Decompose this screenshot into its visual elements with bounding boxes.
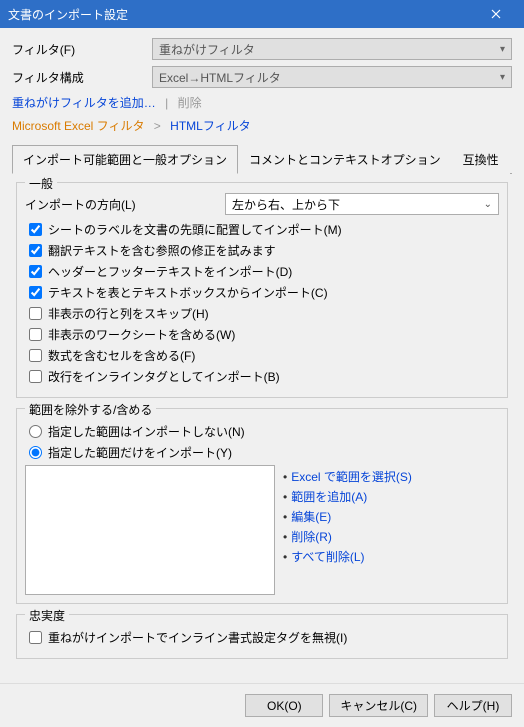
check-fix-refs[interactable]: 翻訳テキストを含む参照の修正を試みます [29,242,499,259]
tab-import-range[interactable]: インポート可能範囲と一般オプション [12,145,238,174]
import-direction-label: インポートの方向(L) [25,196,225,213]
filter-label: フィルタ(F) [12,41,152,58]
help-button[interactable]: ヘルプ(H) [434,694,512,717]
add-range-link[interactable]: 範囲を追加(A) [291,490,367,504]
html-filter-link[interactable]: HTMLフィルタ [170,119,250,133]
chevron-down-icon: ▾ [500,44,505,55]
check-skip-hidden-rows-label: 非表示の行と列をスキップ(H) [48,305,209,322]
add-cascade-filter-link[interactable]: 重ねがけフィルタを追加… [12,96,156,110]
check-ignore-inline-formatting[interactable]: 重ねがけインポートでインライン書式設定タグを無視(I) [29,629,499,646]
import-direction-value: 左から右、上から下 [232,196,340,213]
tab-comments-context[interactable]: コメントとコンテキストオプション [238,145,452,174]
check-linebreak-inline-label: 改行をインラインタグとしてインポート(B) [48,368,280,385]
check-include-formula-cells[interactable]: 数式を含むセルを含める(F) [29,347,499,364]
check-skip-hidden-rows-input[interactable] [29,307,42,320]
check-text-table-textbox-label: テキストを表とテキストボックスからインポート(C) [48,284,328,301]
radio-exclude-range-label: 指定した範囲はインポートしない(N) [48,423,245,440]
bullet-icon: • [283,550,287,564]
ok-button[interactable]: OK(O) [245,694,323,717]
excel-filter-link[interactable]: Microsoft Excel フィルタ [12,119,144,133]
radio-exclude-range-input[interactable] [29,425,42,438]
close-button[interactable] [476,0,516,28]
range-group-title: 範囲を除外する/含める [25,401,156,418]
filter-action-row: 重ねがけフィルタを追加… | 削除 [12,94,512,111]
bullet-icon: • [283,530,287,544]
tab-panel: 一般 インポートの方向(L) 左から右、上から下 ⌄ シートのラベルを文書の先頭… [12,174,512,673]
radio-include-range-input[interactable] [29,446,42,459]
filter-config-value: Excel→HTMLフィルタ [159,69,281,86]
radio-include-range[interactable]: 指定した範囲だけをインポート(Y) [29,444,499,461]
check-header-footer-label: ヘッダーとフッターテキストをインポート(D) [48,263,292,280]
chevron-down-icon: ⌄ [484,199,492,210]
titlebar: 文書のインポート設定 [0,0,524,28]
check-fix-refs-input[interactable] [29,244,42,257]
range-listbox[interactable] [25,465,275,595]
check-sheet-labels[interactable]: シートのラベルを文書の先頭に配置してインポート(M) [29,221,499,238]
check-include-hidden-sheets[interactable]: 非表示のワークシートを含める(W) [29,326,499,343]
dialog-footer: OK(O) キャンセル(C) ヘルプ(H) [0,683,524,727]
fidelity-group: 忠実度 重ねがけインポートでインライン書式設定タグを無視(I) [16,614,508,659]
check-sheet-labels-input[interactable] [29,223,42,236]
general-group: 一般 インポートの方向(L) 左から右、上から下 ⌄ シートのラベルを文書の先頭… [16,182,508,398]
tab-compatibility[interactable]: 互換性 [452,145,510,174]
general-group-title: 一般 [25,175,57,192]
check-sheet-labels-label: シートのラベルを文書の先頭に配置してインポート(M) [48,221,342,238]
range-group: 範囲を除外する/含める 指定した範囲はインポートしない(N) 指定した範囲だけを… [16,408,508,604]
bullet-icon: • [283,490,287,504]
edit-range-link[interactable]: 編集(E) [291,510,331,524]
radio-exclude-range[interactable]: 指定した範囲はインポートしない(N) [29,423,499,440]
check-linebreak-inline[interactable]: 改行をインラインタグとしてインポート(B) [29,368,499,385]
check-text-table-textbox[interactable]: テキストを表とテキストボックスからインポート(C) [29,284,499,301]
filter-config-label: フィルタ構成 [12,69,152,86]
delete-all-ranges-link[interactable]: すべて削除(L) [291,550,364,564]
check-text-table-textbox-input[interactable] [29,286,42,299]
dialog-content: フィルタ(F) 重ねがけフィルタ ▾ フィルタ構成 Excel→HTMLフィルタ… [0,28,524,683]
fidelity-group-title: 忠実度 [25,607,69,624]
delete-range-link[interactable]: 削除(R) [291,530,332,544]
filter-combo[interactable]: 重ねがけフィルタ ▾ [152,38,512,60]
tab-strip: インポート可能範囲と一般オプション コメントとコンテキストオプション 互換性 [12,144,512,174]
radio-include-range-label: 指定した範囲だけをインポート(Y) [48,444,232,461]
check-skip-hidden-rows[interactable]: 非表示の行と列をスキップ(H) [29,305,499,322]
check-ignore-inline-formatting-input[interactable] [29,631,42,644]
check-linebreak-inline-input[interactable] [29,370,42,383]
bullet-icon: • [283,510,287,524]
cancel-button[interactable]: キャンセル(C) [329,694,428,717]
breadcrumb-arrow: > [154,119,161,133]
check-include-formula-cells-label: 数式を含むセルを含める(F) [48,347,195,364]
check-include-hidden-sheets-input[interactable] [29,328,42,341]
import-direction-select[interactable]: 左から右、上から下 ⌄ [225,193,499,215]
filter-config-combo[interactable]: Excel→HTMLフィルタ ▾ [152,66,512,88]
check-header-footer[interactable]: ヘッダーとフッターテキストをインポート(D) [29,263,499,280]
range-links: • Excel で範囲を選択(S) • 範囲を追加(A) • 編集(E) • 削除(R)… [283,465,499,595]
check-include-formula-cells-input[interactable] [29,349,42,362]
check-ignore-inline-formatting-label: 重ねがけインポートでインライン書式設定タグを無視(I) [48,629,347,646]
filter-breadcrumb: Microsoft Excel フィルタ > HTMLフィルタ [12,117,512,134]
check-include-hidden-sheets-label: 非表示のワークシートを含める(W) [48,326,235,343]
filter-value: 重ねがけフィルタ [159,41,255,58]
check-fix-refs-label: 翻訳テキストを含む参照の修正を試みます [48,242,276,259]
separator: | [165,96,168,110]
select-range-excel-link[interactable]: Excel で範囲を選択(S) [291,470,412,484]
chevron-down-icon: ▾ [500,72,505,83]
close-icon [491,9,501,19]
window-title: 文書のインポート設定 [8,6,128,23]
check-header-footer-input[interactable] [29,265,42,278]
delete-link-disabled: 削除 [178,96,202,110]
bullet-icon: • [283,470,287,484]
